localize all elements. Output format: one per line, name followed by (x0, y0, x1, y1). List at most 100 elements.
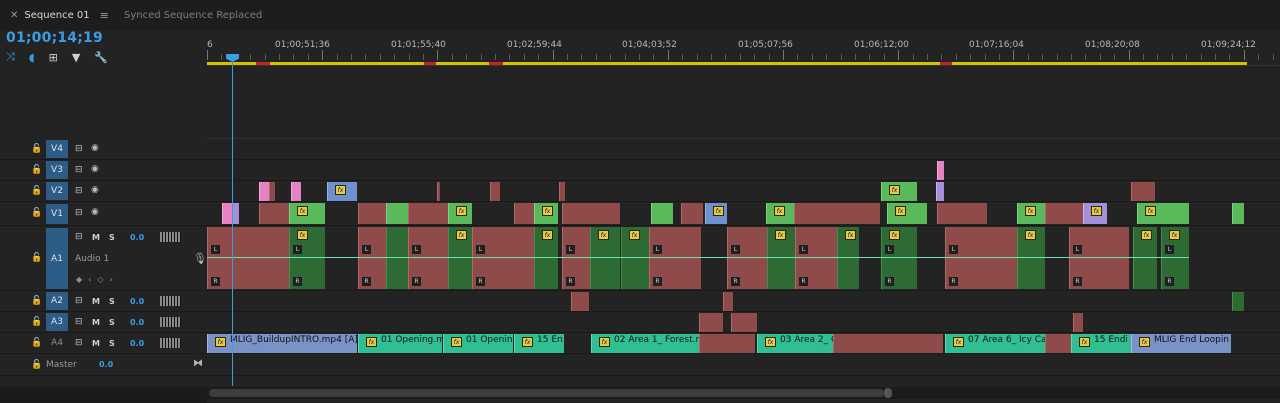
clip[interactable] (259, 203, 289, 224)
track-name[interactable]: Audio 1 (75, 254, 109, 264)
clip[interactable] (437, 182, 440, 201)
tab-sequence-01[interactable]: ✕ Sequence 01 ≡ (0, 4, 119, 26)
audio-clip-15-en[interactable]: fx 15 En (514, 334, 564, 353)
microphone-icon[interactable]: 🎙 (193, 252, 207, 265)
audio-clip[interactable]: LR (472, 227, 534, 289)
lock-icon[interactable]: 🔓 (31, 144, 42, 154)
track-target-a2[interactable]: A2 (46, 292, 68, 310)
snap-icon[interactable]: ◖ (29, 51, 35, 64)
clip[interactable] (358, 203, 386, 224)
linked-selection-icon[interactable]: ⊞ (49, 51, 58, 64)
audio-clip-07-area-6-icy-ca[interactable]: fx 07 Area 6_ Icy Ca (945, 334, 1045, 353)
audio-clip[interactable]: LR (1069, 227, 1129, 289)
clip[interactable]: fx (534, 203, 558, 224)
clip[interactable] (222, 203, 232, 224)
track-target-a1[interactable]: A1 (46, 228, 68, 289)
clip[interactable]: fx (705, 203, 727, 224)
nest-toggle-icon[interactable]: ⤨ (6, 50, 15, 64)
lane-v3[interactable] (207, 160, 1280, 181)
sync-lock-icon[interactable]: ⊟ (75, 208, 83, 218)
track-volume[interactable]: 0.0 (130, 318, 144, 327)
scrollbar-thumb[interactable] (209, 389, 884, 397)
eye-icon[interactable]: ◉ (91, 164, 99, 174)
solo-button[interactable]: S (109, 233, 115, 242)
audio-clip[interactable]: fx (534, 227, 558, 289)
audio-clip-mlig-buildup-intro[interactable]: fx MLIG_BuildupINTRO.mp4 [A] (207, 334, 357, 353)
go-to-end-icon[interactable]: ⧓ (193, 358, 203, 369)
lock-icon[interactable]: 🔓 (31, 208, 42, 218)
clip[interactable] (937, 203, 987, 224)
master-volume[interactable]: 0.0 (99, 360, 113, 369)
lock-icon[interactable]: 🔓 (31, 360, 42, 370)
audio-clip[interactable]: fx (837, 227, 859, 289)
solo-button[interactable]: S (109, 318, 115, 327)
clip[interactable] (681, 203, 703, 224)
clip[interactable] (232, 203, 239, 224)
clip[interactable] (559, 182, 565, 201)
audio-clip-02-area-1-forest[interactable]: fx 02 Area 1_ Forest.m (591, 334, 699, 353)
tab-synced-sequence-replaced[interactable]: Synced Sequence Replaced (114, 4, 272, 26)
audio-clip[interactable]: LR (562, 227, 590, 289)
audio-clip[interactable] (571, 292, 589, 311)
wrench-icon[interactable]: 🔧 (94, 51, 108, 64)
clip[interactable] (651, 203, 673, 224)
audio-clip-15-endi[interactable]: fx 15 Endi (1071, 334, 1131, 353)
clip[interactable]: fx (766, 203, 794, 224)
lane-v4[interactable] (207, 139, 1280, 160)
clip[interactable] (936, 182, 944, 201)
scrollbar-handle[interactable] (884, 388, 892, 398)
sync-lock-icon[interactable]: ⊟ (75, 338, 83, 348)
menu-icon[interactable]: ≡ (100, 9, 109, 22)
lock-icon[interactable]: 🔓 (31, 296, 42, 306)
audio-clip[interactable] (731, 313, 757, 332)
audio-clip-mlig-end-looping[interactable]: fx MLIG End Loopin (1131, 334, 1231, 353)
clip[interactable] (408, 203, 448, 224)
sync-lock-icon[interactable]: ⊟ (75, 144, 83, 154)
track-target-v3[interactable]: V3 (46, 161, 68, 179)
audio-clip[interactable]: LR (795, 227, 837, 289)
audio-clip[interactable]: fx L R (1161, 227, 1189, 289)
playhead-line[interactable] (232, 56, 233, 386)
sync-lock-icon[interactable]: ⊟ (75, 232, 83, 242)
clip[interactable] (937, 161, 944, 180)
clip[interactable]: fx (1083, 203, 1107, 224)
track-target-v2[interactable]: V2 (46, 182, 68, 200)
lane-v1[interactable]: fx fx fx fx fx fx fx fx fx (207, 202, 1280, 226)
audio-clip[interactable]: fx (1017, 227, 1045, 289)
audio-clip-01-opening[interactable]: fx 01 Opening.m (358, 334, 442, 353)
clip[interactable] (259, 182, 269, 201)
eye-icon[interactable]: ◉ (91, 185, 99, 195)
audio-clip[interactable]: fx (767, 227, 795, 289)
mute-button[interactable]: M (92, 339, 100, 348)
sync-lock-icon[interactable]: ⊟ (75, 186, 83, 196)
timeline-tracks[interactable]: fx fx fx fx fx fx fx fx fx fx fx LR fx L R (207, 67, 1280, 386)
clip[interactable] (1045, 203, 1083, 224)
audio-clip[interactable] (386, 227, 408, 289)
clip[interactable] (291, 182, 301, 201)
audio-clip-01-opening-2[interactable]: fx01 Opening (443, 334, 513, 353)
clip[interactable] (794, 203, 880, 224)
audio-clip[interactable]: fx (448, 227, 472, 289)
audio-clip[interactable] (833, 334, 943, 353)
sync-lock-icon[interactable]: ⊟ (75, 165, 83, 175)
clip[interactable] (514, 203, 534, 224)
eye-icon[interactable]: ◉ (91, 207, 99, 217)
track-target-a4[interactable]: A4 (46, 334, 68, 352)
track-target-v4[interactable]: V4 (46, 140, 68, 158)
clip[interactable] (269, 182, 275, 201)
clip[interactable] (1131, 182, 1155, 201)
track-volume[interactable]: 0.0 (130, 339, 144, 348)
clip[interactable]: fx (881, 182, 917, 201)
clip[interactable] (1232, 203, 1244, 224)
audio-clip[interactable] (1073, 313, 1083, 332)
eye-icon[interactable]: ◉ (91, 143, 99, 153)
solo-button[interactable]: S (109, 339, 115, 348)
audio-clip[interactable]: LR (649, 227, 701, 289)
lane-a4[interactable]: fx MLIG_BuildupINTRO.mp4 [A] fx 01 Opening… (207, 333, 1280, 354)
clip[interactable] (386, 203, 408, 224)
audio-clip[interactable]: LR (727, 227, 767, 289)
audio-clip[interactable] (699, 334, 755, 353)
audio-clip[interactable]: LR (358, 227, 386, 289)
keyframe-nav-icon[interactable]: ◆‹◇› (76, 275, 119, 284)
playhead-timecode[interactable]: 01;00;14;19 (6, 30, 103, 46)
